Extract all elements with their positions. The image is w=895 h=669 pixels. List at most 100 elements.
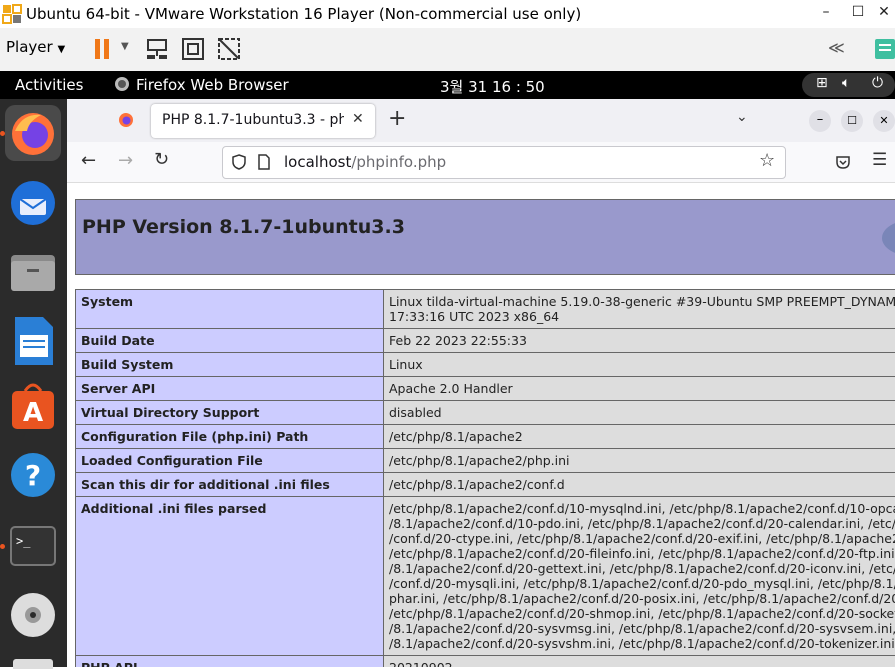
url-host: localhost xyxy=(284,153,351,171)
dock-libreoffice-writer[interactable] xyxy=(5,313,61,369)
row-value: Feb 22 2023 22:55:33 xyxy=(384,329,895,353)
value-line: /etc/php/8.1/apache2/conf.d/20-shmop.ini… xyxy=(389,606,895,621)
shield-icon[interactable] xyxy=(231,154,247,170)
url-bar[interactable]: localhost/phpinfo.php ☆ xyxy=(222,146,786,179)
power-icon: ⏻ xyxy=(872,75,883,91)
php-version-title: PHP Version 8.1.7-1ubuntu3.3 xyxy=(82,216,405,238)
close-button[interactable]: ✕ xyxy=(872,4,895,20)
row-key: Build Date xyxy=(76,329,384,353)
url-text[interactable]: localhost/phpinfo.php xyxy=(284,153,446,171)
ff-minimize-button[interactable]: – xyxy=(809,110,831,132)
ubuntu-top-bar: Activities Firefox Web Browser 3월 31 16 … xyxy=(0,71,895,99)
table-row: Loaded Configuration File/etc/php/8.1/ap… xyxy=(76,449,895,473)
dock-thunderbird[interactable] xyxy=(5,175,61,231)
page-content: PHP Version 8.1.7-1ubuntu3.3 SystemLinux… xyxy=(67,183,895,667)
player-menu-label: Player xyxy=(6,38,53,56)
app-center-icon: A xyxy=(5,379,61,435)
value-line: 17:33:16 UTC 2023 x86_64 xyxy=(389,309,895,324)
table-row: PHP API 20210902 xyxy=(76,656,895,668)
libreoffice-writer-icon xyxy=(5,313,61,369)
vmware-title-bar: Ubuntu 64-bit - VMware Workstation 16 Pl… xyxy=(0,0,895,28)
value-line: /8.1/apache2/conf.d/20-gettext.ini, /etc… xyxy=(389,561,895,576)
terminal-icon: >_ xyxy=(5,519,61,575)
reload-icon[interactable]: ↻ xyxy=(154,149,169,170)
dock-files[interactable] xyxy=(5,245,61,301)
dock-help[interactable]: ? xyxy=(5,447,61,503)
forward-icon[interactable]: → xyxy=(118,150,133,171)
tab-bar: PHP 8.1.7-1ubuntu3.3 - phpinfo() ✕ + ⌄ –… xyxy=(67,99,895,142)
row-value: Linux xyxy=(384,353,895,377)
row-key: Additional .ini files parsed xyxy=(76,497,384,656)
row-value: disabled xyxy=(384,401,895,425)
value-line: /etc/php/8.1/apache2/conf.d/20-fileinfo.… xyxy=(389,546,895,561)
table-row: Server APIApache 2.0 Handler xyxy=(76,377,895,401)
unity-mode-icon[interactable] xyxy=(216,37,242,61)
maximize-button[interactable]: ☐ xyxy=(846,4,870,20)
system-menu[interactable]: ⊞ 🔈︎ ⏻ xyxy=(802,73,895,97)
svg-text:>_: >_ xyxy=(16,534,31,548)
volume-icon: 🔈︎ xyxy=(842,75,850,91)
row-key: Scan this dir for additional .ini files xyxy=(76,473,384,497)
tab-phpinfo[interactable]: PHP 8.1.7-1ubuntu3.3 - phpinfo() ✕ xyxy=(151,104,375,138)
value-line: 20210902 xyxy=(389,660,895,667)
back-icon[interactable]: ← xyxy=(81,150,96,171)
dock-firefox[interactable] xyxy=(5,105,61,161)
page-info-icon[interactable] xyxy=(257,154,271,170)
row-value: /etc/php/8.1/apache2 xyxy=(384,425,895,449)
value-line: /etc/php/8.1/apache2/conf.d/10-mysqlnd.i… xyxy=(389,501,895,516)
ff-maximize-button[interactable]: ☐ xyxy=(841,110,863,132)
files-icon xyxy=(5,245,61,301)
bookmark-star-icon[interactable]: ☆ xyxy=(759,150,775,171)
row-key: Server API xyxy=(76,377,384,401)
table-row: Virtual Directory Supportdisabled xyxy=(76,401,895,425)
dock-dvd[interactable] xyxy=(5,587,61,643)
value-line: /8.1/apache2/conf.d/20-sysvshm.ini, /etc… xyxy=(389,636,895,651)
row-key: Loaded Configuration File xyxy=(76,449,384,473)
pause-dropdown-icon[interactable]: ▼ xyxy=(121,41,129,52)
php-logo-icon xyxy=(882,220,895,256)
vmware-toolbar: Player ▼ ▼ ≪ xyxy=(0,28,895,72)
table-row: Scan this dir for additional .ini files /… xyxy=(76,473,895,497)
player-menu[interactable]: Player ▼ xyxy=(6,38,65,56)
clock[interactable]: 3월 31 16 : 50 xyxy=(440,76,545,97)
row-value: Apache 2.0 Handler xyxy=(384,377,895,401)
vmware-logo-icon xyxy=(2,4,22,24)
row-key: PHP API xyxy=(76,656,384,668)
value-line: /etc/php/8.1/apache2 xyxy=(389,429,895,444)
tab-close-icon[interactable]: ✕ xyxy=(352,111,364,127)
activities-button[interactable]: Activities xyxy=(15,76,83,94)
list-all-tabs-icon[interactable]: ⌄ xyxy=(736,109,748,125)
new-tab-button[interactable]: + xyxy=(388,106,406,131)
table-row: Additional .ini files parsed/etc/php/8.1… xyxy=(76,497,895,656)
send-ctrl-alt-del-icon[interactable] xyxy=(144,37,170,61)
table-row: SystemLinux tilda-virtual-machine 5.19.0… xyxy=(76,290,895,329)
row-key: Build System xyxy=(76,353,384,377)
tab-title: PHP 8.1.7-1ubuntu3.3 - phpinfo() xyxy=(162,112,344,128)
row-value: /etc/php/8.1/apache2/conf.d xyxy=(384,473,895,497)
fit-guest-icon[interactable] xyxy=(180,37,206,61)
dock-partial-icon[interactable] xyxy=(13,659,53,669)
php-version-header: PHP Version 8.1.7-1ubuntu3.3 xyxy=(75,199,895,275)
svg-text:A: A xyxy=(23,398,43,428)
table-row: Configuration File (php.ini) Path/etc/ph… xyxy=(76,425,895,449)
ff-close-button[interactable]: ✕ xyxy=(873,110,895,132)
notes-icon[interactable] xyxy=(872,37,895,61)
help-icon: ? xyxy=(5,447,61,503)
pocket-icon[interactable] xyxy=(835,154,851,170)
row-value: /etc/php/8.1/apache2/php.ini xyxy=(384,449,895,473)
table-row: Build SystemLinux xyxy=(76,353,895,377)
value-line: Feb 22 2023 22:55:33 xyxy=(389,333,895,348)
dock-app-center[interactable]: A xyxy=(5,379,61,435)
dock-terminal[interactable]: >_ xyxy=(5,519,61,575)
collapse-toolbar-icon[interactable]: ≪ xyxy=(828,38,845,57)
value-line: /conf.d/20-mysqli.ini, /etc/php/8.1/apac… xyxy=(389,576,895,591)
row-value: /etc/php/8.1/apache2/conf.d/10-mysqlnd.i… xyxy=(384,497,895,656)
value-line: /etc/php/8.1/apache2/conf.d xyxy=(389,477,895,492)
value-line: /8.1/apache2/conf.d/20-sysvmsg.ini, /etc… xyxy=(389,621,895,636)
value-line: phar.ini, /etc/php/8.1/apache2/conf.d/20… xyxy=(389,591,895,606)
minimize-button[interactable]: – xyxy=(814,4,838,20)
app-menu[interactable]: Firefox Web Browser xyxy=(136,76,289,94)
hamburger-menu-icon[interactable]: ☰ xyxy=(872,150,887,170)
pause-icon[interactable] xyxy=(90,37,116,61)
firefox-view-icon[interactable] xyxy=(118,112,134,128)
